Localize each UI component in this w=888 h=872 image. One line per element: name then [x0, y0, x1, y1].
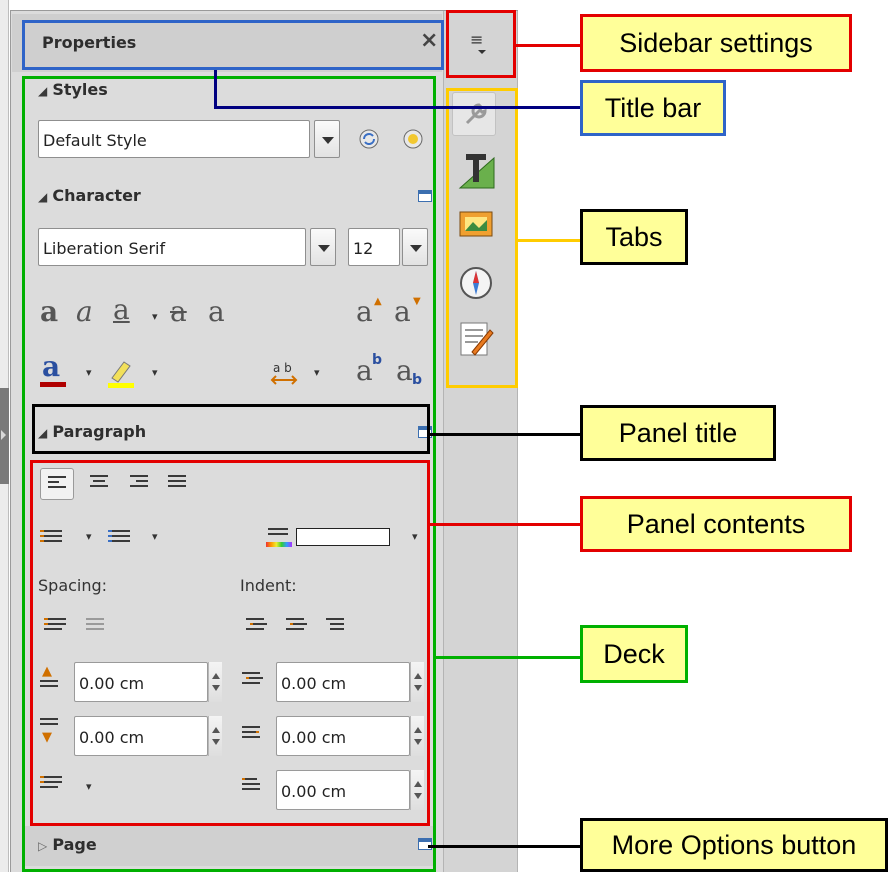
title-bar-highlight	[22, 20, 444, 70]
deck-connector	[436, 656, 580, 659]
sidebar-settings-connector	[516, 44, 580, 47]
panel-title-highlight	[32, 404, 430, 454]
panel-contents-connector	[430, 523, 580, 526]
collapse-arrow-icon	[1, 430, 6, 440]
deck-callout: Deck	[580, 625, 688, 683]
title-bar-callout: Title bar	[580, 80, 726, 136]
tabs-callout: Tabs	[580, 209, 688, 265]
top-border	[10, 10, 518, 11]
more-options-callout: More Options button	[580, 818, 888, 872]
panel-contents-callout: Panel contents	[580, 496, 852, 552]
tabs-connector	[516, 239, 580, 242]
title-bar-connector-h	[214, 106, 580, 109]
title-bar-connector-v	[214, 70, 217, 108]
panel-contents-highlight	[30, 460, 430, 826]
tabs-highlight	[446, 88, 518, 388]
more-options-connector	[428, 845, 580, 848]
panel-title-connector	[430, 433, 580, 436]
sidebar-settings-callout: Sidebar settings	[580, 14, 852, 72]
panel-title-callout: Panel title	[580, 405, 776, 461]
sidebar-settings-highlight	[446, 10, 516, 78]
